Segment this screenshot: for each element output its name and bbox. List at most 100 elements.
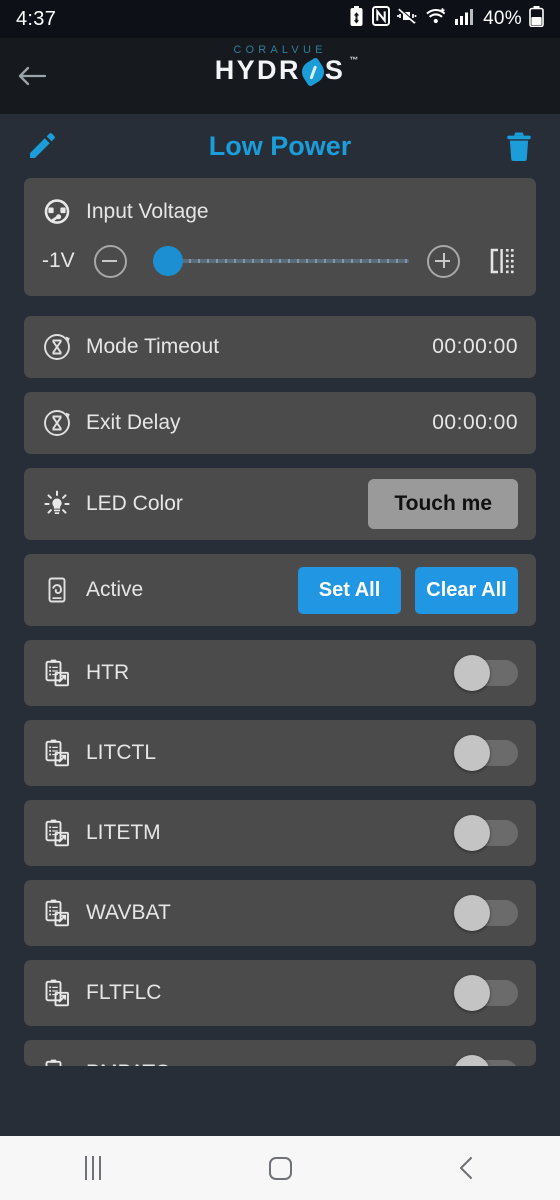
exit-delay-row: Exit Delay 00:00:00	[42, 392, 518, 454]
active-buttons: Set All Clear All	[298, 566, 518, 614]
hourglass-icon	[44, 410, 70, 436]
wifi-icon	[425, 6, 447, 32]
lightbulb-icon	[44, 490, 70, 514]
table-row: LITCTL	[42, 720, 518, 786]
home-button[interactable]	[187, 1156, 374, 1180]
back-arrow-icon	[18, 66, 47, 86]
clipboard-task-icon	[45, 819, 69, 847]
clipboard-task-icon	[45, 979, 69, 1007]
row-label: PMPATO	[86, 1061, 171, 1066]
toggle-knob	[454, 1055, 490, 1066]
row-label: Mode Timeout	[86, 335, 220, 358]
recents-button[interactable]	[0, 1156, 187, 1180]
input-voltage-controls: -1V	[42, 244, 518, 278]
led-color-row: LED Color Touch me	[42, 468, 518, 540]
toggle-switch[interactable]	[454, 895, 518, 931]
table-row: FLTFLC	[42, 960, 518, 1026]
slider-thumb[interactable]	[153, 246, 183, 276]
row-label: Exit Delay	[86, 411, 181, 434]
toggle-card-htr: HTR	[24, 640, 536, 706]
battery-icon	[529, 5, 544, 33]
page-header: Low Power	[0, 114, 560, 178]
leaf-icon	[297, 56, 329, 87]
system-nav-bar	[0, 1136, 560, 1200]
hourglass-icon	[44, 334, 70, 360]
input-voltage-label: Input Voltage	[86, 200, 209, 223]
active-label: Active	[86, 578, 144, 601]
trademark-label: ™	[349, 55, 359, 65]
toggle-switch[interactable]	[454, 975, 518, 1011]
toggle-knob	[454, 815, 490, 851]
back-arrow-button[interactable]	[0, 38, 64, 114]
brand-coralvue-label: CORALVUE	[233, 44, 327, 56]
back-chevron-icon	[459, 1156, 472, 1180]
settings-list: Input Voltage -1V Mode Timeout 00:00:00 …	[0, 178, 560, 1066]
row-label: HTR	[86, 661, 130, 684]
table-row: WAVBAT	[42, 880, 518, 946]
clipboard-task-icon	[45, 739, 69, 767]
row-value: 00:00:00	[432, 411, 518, 434]
row-label: WAVBAT	[86, 901, 171, 924]
status-bar: 4:37 40%	[0, 0, 560, 38]
mode-timeout-card[interactable]: Mode Timeout 00:00:00	[24, 316, 536, 378]
slider-track	[153, 259, 409, 263]
clipboard-task-icon	[45, 659, 69, 687]
brand-hydros-left: HYDR	[214, 55, 301, 85]
input-voltage-slider[interactable]	[153, 244, 409, 278]
brand-hydros-label: HYDR S ™	[214, 55, 358, 87]
toggle-card-pmpato: PMPATO	[24, 1040, 536, 1066]
hydros-logo: CORALVUE HYDR S ™	[0, 44, 560, 87]
toggle-knob	[454, 655, 490, 691]
cellular-signal-icon	[454, 6, 474, 32]
active-row: Active Set All Clear All	[42, 554, 518, 626]
toggle-knob	[454, 735, 490, 771]
back-button[interactable]	[373, 1155, 560, 1181]
input-voltage-header: Input Voltage	[42, 192, 518, 232]
page-title: Low Power	[208, 130, 352, 161]
exit-delay-card[interactable]: Exit Delay 00:00:00	[24, 392, 536, 454]
clipboard-task-icon	[45, 899, 69, 927]
table-row: PMPATO	[42, 1040, 518, 1066]
toggle-knob	[454, 895, 490, 931]
brand-hydros-right: S	[324, 55, 346, 85]
input-voltage-card: Input Voltage -1V	[24, 178, 536, 296]
set-all-button[interactable]: Set All	[298, 566, 401, 614]
recents-icon	[85, 1156, 102, 1180]
plus-circle-icon[interactable]	[427, 244, 460, 278]
toggle-switch[interactable]	[454, 655, 518, 691]
toggle-knob	[454, 975, 490, 1011]
row-label: FLTFLC	[86, 981, 162, 1004]
toggle-card-litetm: LITETM	[24, 800, 536, 866]
home-icon	[268, 1156, 292, 1180]
active-card: Active Set All Clear All	[24, 554, 536, 626]
table-row: HTR	[42, 640, 518, 706]
battery-saver-icon	[348, 5, 365, 33]
toggle-switch[interactable]	[454, 1055, 518, 1066]
status-bar-icons: 40%	[348, 5, 544, 33]
battery-percent-label: 40%	[483, 8, 522, 29]
input-voltage-value: -1V	[42, 249, 75, 272]
nfc-icon	[372, 6, 391, 32]
row-label: LITETM	[86, 821, 161, 844]
toggle-card-fltflc: FLTFLC	[24, 960, 536, 1026]
app-screen: 4:37 40% CORALVUE HYDR S ™ Low Power Inp…	[0, 0, 560, 1200]
row-value: 00:00:00	[432, 335, 518, 358]
numeric-entry-icon[interactable]	[484, 244, 518, 278]
vibrate-off-icon	[397, 6, 418, 32]
toggle-switch[interactable]	[454, 815, 518, 851]
toggle-switch[interactable]	[454, 735, 518, 771]
row-label: LITCTL	[86, 741, 157, 764]
device-wave-icon	[48, 577, 66, 603]
clear-all-button[interactable]: Clear All	[415, 566, 518, 614]
toggle-card-wavbat: WAVBAT	[24, 880, 536, 946]
minus-circle-icon[interactable]	[94, 244, 127, 278]
led-color-label: LED Color	[86, 492, 183, 515]
status-bar-clock: 4:37	[16, 7, 57, 30]
led-color-card: LED Color Touch me	[24, 468, 536, 540]
toggle-card-litctl: LITCTL	[24, 720, 536, 786]
table-row: LITETM	[42, 800, 518, 866]
clipboard-task-icon	[45, 1059, 62, 1066]
input-voltage-icon	[44, 199, 70, 224]
app-bar: CORALVUE HYDR S ™	[0, 38, 560, 114]
touch-me-button[interactable]: Touch me	[368, 479, 518, 529]
